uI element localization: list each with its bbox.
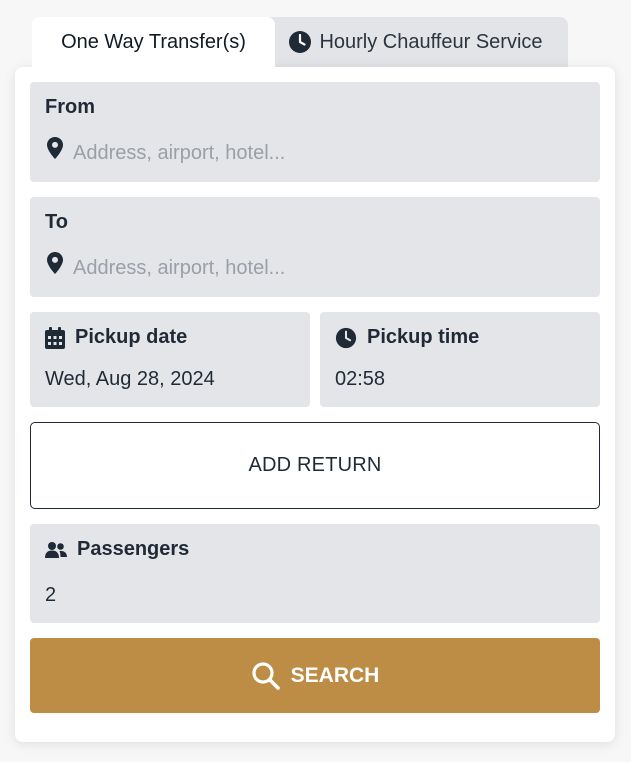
from-field[interactable]: From	[30, 82, 600, 182]
service-tabs: Hourly Chauffeur Service One Way Transfe…	[15, 17, 615, 67]
pickup-time-field[interactable]: Pickup time 02:58	[320, 312, 600, 407]
tab-hourly-label: Hourly Chauffeur Service	[319, 30, 543, 53]
pickup-date-field[interactable]: Pickup date Wed, Aug 28, 2024	[30, 312, 310, 407]
map-pin-icon	[47, 252, 63, 274]
search-label: SEARCH	[290, 663, 380, 687]
passengers-field[interactable]: Passengers 2	[30, 524, 600, 623]
pickup-time-label-row: Pickup time	[335, 326, 479, 349]
clock-icon	[288, 30, 312, 54]
booking-widget: Hourly Chauffeur Service One Way Transfe…	[15, 17, 615, 742]
to-label: To	[45, 211, 68, 233]
add-return-button[interactable]: ADD RETURN	[30, 422, 600, 509]
users-icon	[45, 541, 67, 559]
calendar-icon	[45, 326, 65, 349]
pickup-date-label-row: Pickup date	[45, 326, 187, 349]
search-button[interactable]: SEARCH	[30, 638, 600, 713]
to-input[interactable]	[73, 257, 573, 280]
tab-hourly-chauffeur[interactable]: Hourly Chauffeur Service	[263, 17, 568, 67]
booking-form: From To	[15, 67, 615, 742]
pickup-time-label: Pickup time	[367, 326, 480, 348]
to-field[interactable]: To	[30, 197, 600, 297]
pickup-date-label: Pickup date	[75, 326, 188, 348]
passengers-label: Passengers	[77, 538, 190, 560]
map-pin-icon	[47, 137, 63, 159]
pickup-date-value[interactable]: Wed, Aug 28, 2024	[45, 368, 215, 391]
tab-one-way-transfer[interactable]: One Way Transfer(s)	[32, 17, 275, 67]
from-input[interactable]	[73, 142, 573, 165]
passengers-value[interactable]: 2	[45, 584, 56, 607]
clock-icon	[335, 327, 357, 349]
tab-one-way-label: One Way Transfer(s)	[61, 30, 246, 53]
passengers-label-row: Passengers	[45, 538, 189, 561]
from-label: From	[45, 96, 95, 118]
pickup-time-value[interactable]: 02:58	[335, 368, 385, 391]
search-icon	[251, 661, 281, 691]
